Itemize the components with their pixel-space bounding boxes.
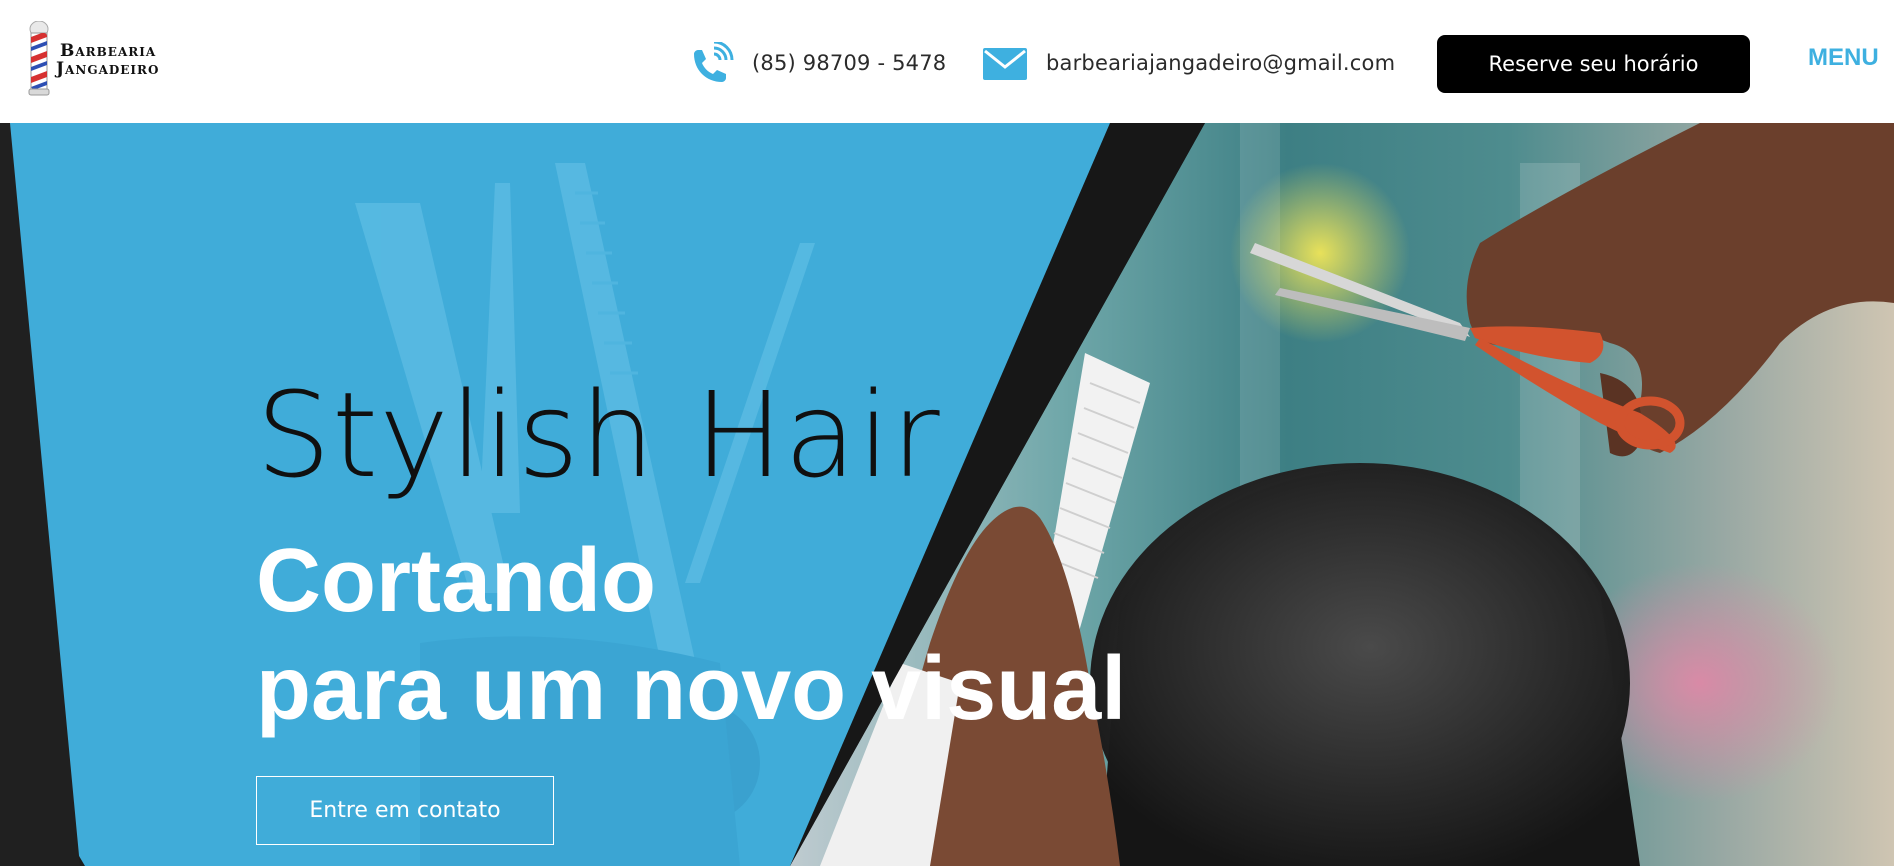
email-contact[interactable]: barbeariajangadeiro@gmail.com (982, 42, 1395, 84)
logo[interactable]: Barbearia Jangadeiro (26, 20, 216, 102)
logo-line2: Jangadeiro (56, 59, 160, 79)
hero-section: Stylish Hair Cortando para um novo visua… (0, 123, 1894, 866)
contact-button[interactable]: Entre em contato (256, 776, 554, 845)
logo-text: Barbearia Jangadeiro (56, 42, 160, 79)
mail-icon (983, 48, 1027, 80)
site-header: Barbearia Jangadeiro (85) 98709 - 5478 b… (0, 0, 1894, 123)
barber-pole-icon (28, 21, 50, 96)
reserve-button[interactable]: Reserve seu horário (1437, 35, 1750, 93)
hero-title: Stylish Hair (256, 366, 941, 504)
phone-contact[interactable]: (85) 98709 - 5478 (688, 42, 946, 84)
menu-button[interactable]: MENU (1808, 44, 1879, 72)
phone-icon (694, 42, 734, 82)
phone-number: (85) 98709 - 5478 (752, 51, 947, 75)
hero-subtitle-line2: para um novo visual (256, 639, 1127, 739)
email-address: barbeariajangadeiro@gmail.com (1046, 51, 1396, 75)
hero-subtitle-line1: Cortando (256, 531, 656, 631)
